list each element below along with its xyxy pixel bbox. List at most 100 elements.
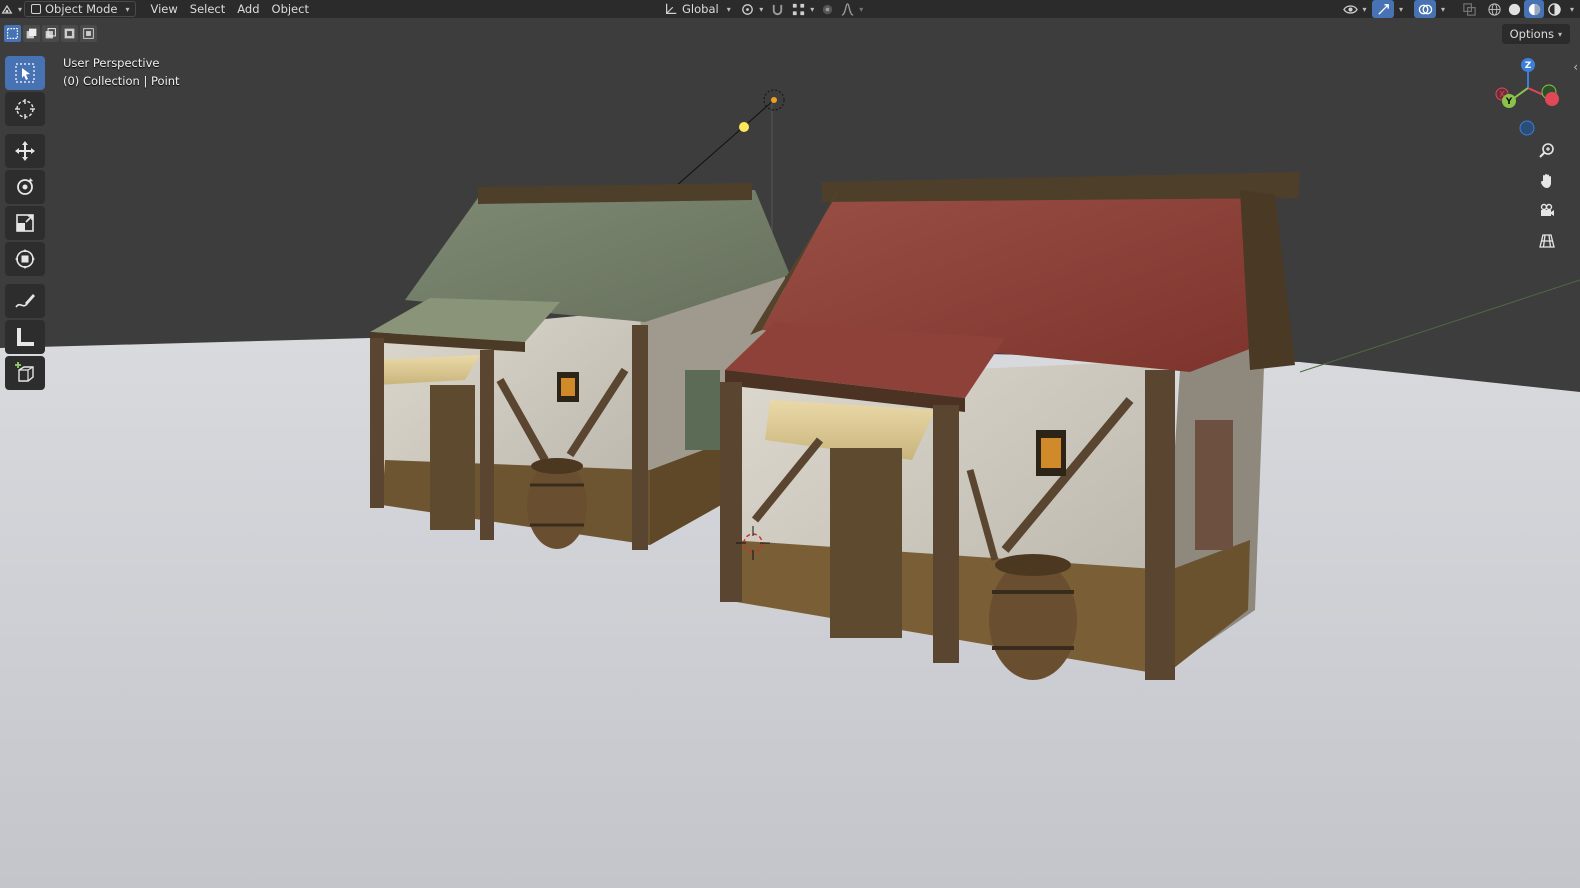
- shading-dropdown[interactable]: ▾: [1564, 0, 1580, 18]
- tool-scale[interactable]: [5, 206, 45, 240]
- rendered-sphere-icon: [1547, 2, 1561, 16]
- viewport-display-controls: ▾ ▾ ▾ ▾: [1340, 0, 1580, 18]
- collection-label: (0) Collection | Point: [63, 74, 180, 88]
- neg-z-handle[interactable]: [1519, 120, 1535, 136]
- shading-material[interactable]: [1524, 0, 1544, 18]
- x-axis-label: X: [1499, 90, 1505, 99]
- select-intersect-button[interactable]: [80, 25, 97, 42]
- orientation-icon: [666, 3, 677, 14]
- transform-controls: Global ▾ ▾ ▾ ▾: [658, 0, 865, 18]
- select-subtract-button[interactable]: [42, 25, 59, 42]
- falloff-dropdown[interactable]: ▾: [839, 0, 865, 18]
- perspective-label: User Perspective: [63, 56, 160, 70]
- xray-toggle[interactable]: [1458, 0, 1480, 18]
- chevron-down-icon: ▾: [759, 4, 764, 14]
- rotate-icon: [17, 178, 33, 195]
- scale-icon: [16, 214, 34, 232]
- ortho-toggle-button[interactable]: [1534, 228, 1560, 254]
- gizmo-icon: [1377, 3, 1389, 15]
- annotate-icon: [15, 294, 35, 308]
- tool-rotate[interactable]: [5, 170, 45, 204]
- eye-icon: [1343, 4, 1359, 14]
- falloff-curve-icon: [841, 2, 854, 16]
- snap-toggle[interactable]: [767, 0, 789, 18]
- menu-object[interactable]: Object: [266, 0, 315, 18]
- house-right: [720, 172, 1300, 680]
- select-box-icon: [15, 63, 35, 83]
- gizmo-dropdown[interactable]: ▾: [1394, 0, 1408, 18]
- visibility-dropdown[interactable]: ▾: [1340, 0, 1370, 18]
- pivot-icon: [742, 3, 754, 15]
- tool-measure[interactable]: [5, 320, 45, 354]
- overlays-icon: [1418, 4, 1432, 14]
- tool-transform[interactable]: [5, 242, 45, 276]
- mode-label: Object Mode: [45, 2, 118, 16]
- grid-perspective-icon: [1539, 234, 1555, 248]
- select-extend-button[interactable]: [23, 25, 40, 42]
- wireframe-sphere-icon: [1487, 2, 1501, 16]
- select-invert-button[interactable]: [61, 25, 78, 42]
- select-invert-icon: [64, 28, 75, 39]
- overlays-toggle[interactable]: [1414, 0, 1436, 18]
- transform-icon: [15, 249, 35, 269]
- zoom-button[interactable]: [1534, 138, 1560, 164]
- editor-type-button[interactable]: ▾: [0, 0, 22, 18]
- chevron-down-icon: ▾: [859, 4, 864, 14]
- toolbar-separator: [5, 278, 47, 282]
- navigation-buttons: [1534, 138, 1560, 254]
- menu-select[interactable]: Select: [184, 0, 231, 18]
- tool-cursor[interactable]: [5, 92, 45, 126]
- tool-annotate[interactable]: [5, 284, 45, 318]
- pan-button[interactable]: [1534, 168, 1560, 194]
- move-icon: [15, 141, 35, 161]
- mode-dropdown[interactable]: Object Mode ▾: [24, 1, 137, 17]
- tool-select-box[interactable]: [5, 56, 45, 90]
- navigation-gizmo[interactable]: Z Y X: [1488, 54, 1568, 139]
- shading-rendered[interactable]: [1544, 0, 1564, 18]
- select-new-button[interactable]: [4, 25, 21, 42]
- editor-type-icon: [1, 4, 13, 14]
- chevron-down-icon: ▾: [726, 4, 731, 14]
- options-dropdown[interactable]: Options ▾: [1501, 24, 1570, 44]
- y-axis-line: [1299, 279, 1580, 373]
- x-axis-handle[interactable]: [1545, 92, 1559, 106]
- tool-shelf: [5, 56, 47, 390]
- orientation-dropdown[interactable]: Global ▾: [658, 0, 737, 18]
- snap-target-dropdown[interactable]: ▾: [789, 0, 817, 18]
- menu-add[interactable]: Add: [231, 0, 265, 18]
- 3d-viewport[interactable]: Options ▾ User Perspective (0) Collectio…: [0, 18, 1580, 888]
- y-axis-label: Y: [1505, 97, 1513, 107]
- shading-solid[interactable]: [1504, 0, 1524, 18]
- cursor-icon: [15, 99, 35, 119]
- camera-view-button[interactable]: [1534, 198, 1560, 224]
- solid-sphere-icon: [1508, 3, 1520, 15]
- select-subtract-icon: [45, 28, 56, 39]
- tool-add-cube[interactable]: [5, 356, 45, 390]
- chevron-down-icon: ▾: [1440, 4, 1445, 14]
- magnet-icon: [773, 4, 783, 15]
- scene-render: [0, 89, 1580, 888]
- grid-snap-icon: [793, 3, 805, 15]
- selection-mode-bar: [4, 25, 97, 42]
- select-extend-icon: [26, 28, 37, 39]
- proportional-edit-icon: [823, 4, 833, 14]
- sidebar-toggle[interactable]: ‹: [1573, 60, 1578, 74]
- chevron-down-icon: ▾: [17, 4, 22, 14]
- options-label: Options: [1509, 27, 1554, 41]
- toolbar-separator: [5, 128, 47, 132]
- chevron-down-icon: ▾: [1569, 4, 1574, 14]
- proportional-edit-toggle[interactable]: [817, 0, 839, 18]
- shading-wireframe[interactable]: [1484, 0, 1504, 18]
- pivot-point-button[interactable]: ▾: [737, 0, 767, 18]
- chevron-down-icon: ▾: [1557, 29, 1562, 39]
- add-cube-icon: [15, 362, 34, 382]
- select-intersect-icon: [83, 28, 94, 39]
- hand-icon: [1541, 174, 1551, 188]
- gizmo-toggle[interactable]: [1372, 0, 1394, 18]
- menu-view[interactable]: View: [144, 0, 183, 18]
- tool-move[interactable]: [5, 134, 45, 168]
- z-axis-label: Z: [1525, 61, 1532, 71]
- chevron-down-icon: ▾: [1362, 4, 1367, 14]
- overlays-dropdown[interactable]: ▾: [1436, 0, 1450, 18]
- material-sphere-icon: [1528, 3, 1540, 15]
